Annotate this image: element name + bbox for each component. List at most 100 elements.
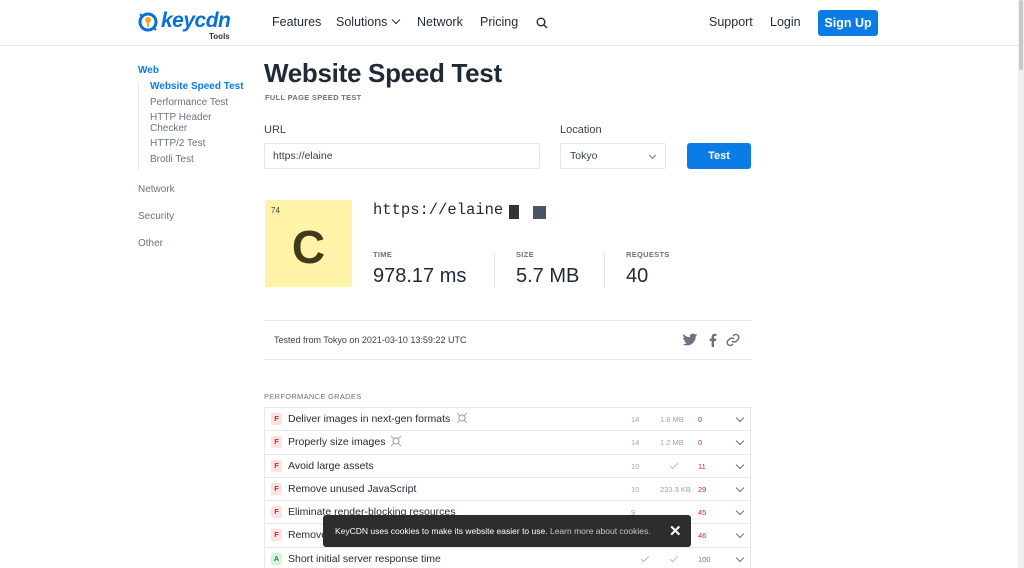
page-scrollbar[interactable] xyxy=(1018,0,1024,568)
divider xyxy=(494,252,495,288)
page-subtitle: FULL PAGE SPEED TEST xyxy=(265,93,362,102)
sidebar-item-http2-test[interactable]: HTTP/2 Test xyxy=(150,138,253,150)
sidebar-item-network[interactable]: Network xyxy=(138,184,175,195)
grade-row-name: Properly size images xyxy=(288,436,386,449)
chevron-down-icon[interactable] xyxy=(735,413,745,423)
chevron-down-icon[interactable] xyxy=(735,483,745,493)
chevron-down-icon[interactable] xyxy=(735,553,745,563)
grade-row-name: Short initial server response time xyxy=(288,552,441,565)
grade-row-score: 46 xyxy=(698,531,707,541)
grade-row-size: 1.2 MB xyxy=(660,438,684,448)
cookie-learn-more-link[interactable]: Learn more about cookies. xyxy=(550,526,651,536)
nav-solutions[interactable]: Solutions xyxy=(336,15,401,29)
search-icon[interactable] xyxy=(536,17,548,29)
twitter-icon[interactable] xyxy=(682,333,698,347)
grade-row-size: 1.8 MB xyxy=(660,415,684,424)
grade-row-count: 10 xyxy=(631,461,640,471)
grade-badge: F xyxy=(271,482,282,495)
grade-row-score: 0 xyxy=(698,438,703,448)
redaction-block xyxy=(533,206,546,219)
chevron-down-icon xyxy=(648,151,657,160)
sidebar-item-web[interactable]: Web xyxy=(138,65,159,76)
logo-text: keycdn xyxy=(161,9,231,32)
nav-support[interactable]: Support xyxy=(709,15,753,29)
image-icon xyxy=(390,435,402,447)
keycdn-logo[interactable]: keycdn Tools xyxy=(137,9,237,41)
sidebar-item-performance-test[interactable]: Performance Test xyxy=(150,97,253,109)
chevron-down-icon[interactable] xyxy=(735,437,745,446)
location-select[interactable]: Tokyo xyxy=(560,143,666,169)
metric-time-label: TIME xyxy=(373,250,393,259)
sidebar-item-other[interactable]: Other xyxy=(138,238,163,249)
grade-badge: F xyxy=(271,506,282,519)
sidebar-item-security[interactable]: Security xyxy=(138,211,174,222)
grade-row-score: 0 xyxy=(698,415,703,424)
grade-row-name: Remove unused JavaScript xyxy=(288,482,417,495)
location-label: Location xyxy=(560,124,602,136)
cookie-message: KeyCDN uses cookies to make its website … xyxy=(335,526,651,536)
check-icon xyxy=(669,460,679,469)
image-icon xyxy=(456,412,468,424)
page: keycdn Tools Features Solutions Network … xyxy=(0,0,1018,568)
metric-requests-label: REQUESTS xyxy=(626,250,670,259)
grade-row[interactable]: F Deliver images in next-gen formats 14 … xyxy=(264,407,751,431)
grade-badge: F xyxy=(271,436,282,449)
nav-solutions-label: Solutions xyxy=(336,15,388,29)
performance-grades-heading: PERFORMANCE GRADES xyxy=(264,392,362,401)
metric-requests: REQUESTS 40 xyxy=(626,250,670,288)
chevron-down-icon xyxy=(392,15,401,25)
nav-login[interactable]: Login xyxy=(770,15,801,29)
nav-features[interactable]: Features xyxy=(272,15,321,29)
test-button[interactable]: Test xyxy=(687,143,751,169)
sidebar-item-http-header-checker[interactable]: HTTP Header Checker xyxy=(150,112,220,134)
grade-row-name: Remove xyxy=(288,529,328,542)
page-title: Website Speed Test xyxy=(264,58,502,88)
link-icon[interactable] xyxy=(726,333,740,347)
redaction-block xyxy=(509,205,519,219)
close-icon[interactable]: ✕ xyxy=(669,522,682,540)
chevron-down-icon[interactable] xyxy=(735,530,745,539)
check-icon xyxy=(640,553,650,563)
cookie-text: KeyCDN uses cookies to make its website … xyxy=(335,526,548,536)
metric-time-value: 978.17 ms xyxy=(373,265,467,287)
grade-row-name: Deliver images in next-gen formats xyxy=(288,413,451,425)
metric-size-label: SIZE xyxy=(516,250,534,259)
grade-row[interactable]: F Properly size images 14 1.2 MB 0 xyxy=(264,430,751,454)
tested-from-text: Tested from Tokyo on 2021-03-10 13:59:22… xyxy=(274,335,467,345)
nav-network[interactable]: Network xyxy=(417,15,463,29)
scrollbar-thumb[interactable] xyxy=(1019,0,1023,70)
grade-row[interactable]: F Avoid large assets 10 11 xyxy=(264,453,751,477)
key-logo-icon xyxy=(138,12,158,32)
grade-row-score: 29 xyxy=(698,484,707,494)
sidebar-item-website-speed-test[interactable]: Website Speed Test xyxy=(150,81,253,93)
metric-size: SIZE 5.7 MB xyxy=(516,250,579,288)
url-input[interactable]: https://elaine xyxy=(264,143,540,169)
grade-badge: F xyxy=(271,413,282,425)
grade-badge: F xyxy=(271,529,282,542)
logo-subtitle: Tools xyxy=(209,32,230,41)
metric-requests-value: 40 xyxy=(626,265,649,287)
grade-badge: A xyxy=(271,552,282,565)
grade-box: 74 C xyxy=(265,200,352,287)
grade-score: 74 xyxy=(271,206,280,215)
grade-row-score: 11 xyxy=(698,461,706,471)
grade-row-score: 100 xyxy=(698,554,711,564)
grade-row[interactable]: F Remove unused JavaScript 10 233.3 KB 2… xyxy=(264,476,751,501)
metric-time: TIME 978.17 ms xyxy=(373,250,466,288)
grade-row[interactable]: A Short initial server response time 100 xyxy=(264,546,751,568)
facebook-icon[interactable] xyxy=(708,333,717,347)
grade-row-size: 233.3 KB xyxy=(660,484,691,494)
sidebar-subnav: Website Speed Test Performance Test HTTP… xyxy=(138,81,253,170)
chevron-down-icon[interactable] xyxy=(735,506,745,516)
chevron-down-icon[interactable] xyxy=(735,460,745,469)
metric-size-value: 5.7 MB xyxy=(516,265,580,287)
sidebar-item-brotli-test[interactable]: Brotli Test xyxy=(150,154,253,166)
grade-row-score: 45 xyxy=(698,508,707,518)
sign-up-button[interactable]: Sign Up xyxy=(818,10,878,36)
grade-row-count: 10 xyxy=(631,484,640,494)
location-value: Tokyo xyxy=(570,150,598,162)
site-header: keycdn Tools Features Solutions Network … xyxy=(0,0,1018,46)
check-icon xyxy=(669,553,679,563)
grade-row-count: 14 xyxy=(631,415,640,424)
nav-pricing[interactable]: Pricing xyxy=(480,15,518,29)
